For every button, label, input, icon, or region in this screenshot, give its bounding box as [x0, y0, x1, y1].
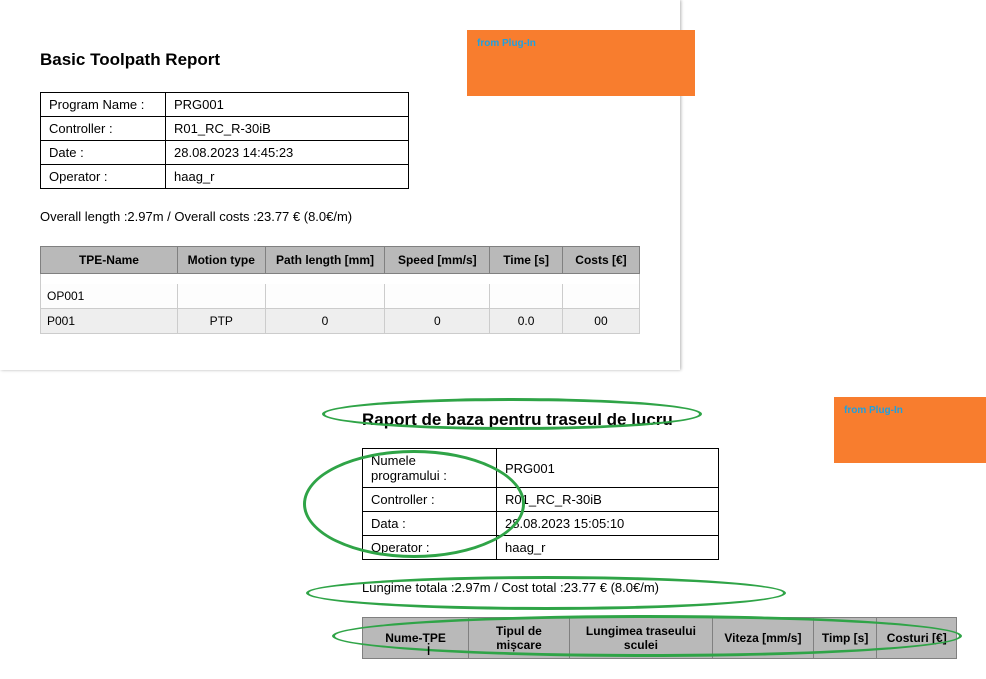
report-romanian: from Plug-In Raport de baza pentru trase… — [322, 395, 986, 671]
cell-time — [490, 284, 563, 309]
table-row: P001 PTP 0 0 0.0 00 — [41, 309, 640, 334]
cell-cost: 00 — [562, 309, 639, 334]
cell-speed — [385, 284, 490, 309]
controller-label: Controller : — [363, 488, 497, 512]
col-time: Time [s] — [490, 247, 563, 274]
cell-motion: PTP — [177, 309, 265, 334]
operator-label: Operator : — [41, 165, 166, 189]
col-time: Timp [s] — [813, 618, 877, 659]
col-tpe-name: TPE-Name — [41, 247, 178, 274]
summary-line: Overall length :2.97m / Overall costs :2… — [40, 209, 640, 224]
col-speed: Speed [mm/s] — [385, 247, 490, 274]
date-value: 28.08.2023 14:45:23 — [166, 141, 409, 165]
operator-label: Operator : — [363, 536, 497, 560]
cell-time: 0.0 — [490, 309, 563, 334]
controller-value: R01_RC_R-30iB — [166, 117, 409, 141]
controller-value: R01_RC_R-30iB — [497, 488, 719, 512]
meta-table: Program Name : PRG001 Controller : R01_R… — [40, 92, 409, 189]
operator-value: haag_r — [497, 536, 719, 560]
plugin-badge: from Plug-In — [467, 30, 695, 96]
cell-name: OP001 — [41, 284, 178, 309]
date-value: 28.08.2023 15:05:10 — [497, 512, 719, 536]
date-label: Date : — [41, 141, 166, 165]
col-tpe-name: Nume-TPE — [363, 618, 469, 659]
col-path-length: Path length [mm] — [265, 247, 385, 274]
plugin-badge: from Plug-In — [834, 397, 986, 463]
col-motion-type: Tipul de mișcare — [469, 618, 570, 659]
col-speed: Viteza [mm/s] — [713, 618, 814, 659]
data-table: Nume-TPE Tipul de mișcare Lungimea trase… — [362, 617, 957, 659]
col-costs: Costs [€] — [562, 247, 639, 274]
col-costs: Costuri [€] — [877, 618, 957, 659]
operator-value: haag_r — [166, 165, 409, 189]
program-name-label: Program Name : — [41, 93, 166, 117]
program-name-label: Numele programului : — [363, 449, 497, 488]
cell-motion — [177, 284, 265, 309]
controller-label: Controller : — [41, 117, 166, 141]
plugin-badge-label: from Plug-In — [844, 405, 903, 416]
col-path-length: Lungimea traseului sculei — [569, 618, 712, 659]
cell-path — [265, 284, 385, 309]
table-row: OP001 — [41, 284, 640, 309]
data-table: TPE-Name Motion type Path length [mm] Sp… — [40, 246, 640, 334]
meta-table: Numele programului : PRG001 Controller :… — [362, 448, 719, 560]
cell-path: 0 — [265, 309, 385, 334]
program-name-value: PRG001 — [497, 449, 719, 488]
program-name-value: PRG001 — [166, 93, 409, 117]
cell-speed: 0 — [385, 309, 490, 334]
plugin-badge-label: from Plug-In — [477, 38, 536, 49]
cell-cost — [562, 284, 639, 309]
col-motion-type: Motion type — [177, 247, 265, 274]
summary-line: Lungime totala :2.97m / Cost total :23.7… — [362, 580, 946, 595]
date-label: Data : — [363, 512, 497, 536]
cell-name: P001 — [41, 309, 178, 334]
report-english: from Plug-In Basic Toolpath Report Progr… — [0, 0, 680, 370]
spacer — [41, 274, 640, 285]
